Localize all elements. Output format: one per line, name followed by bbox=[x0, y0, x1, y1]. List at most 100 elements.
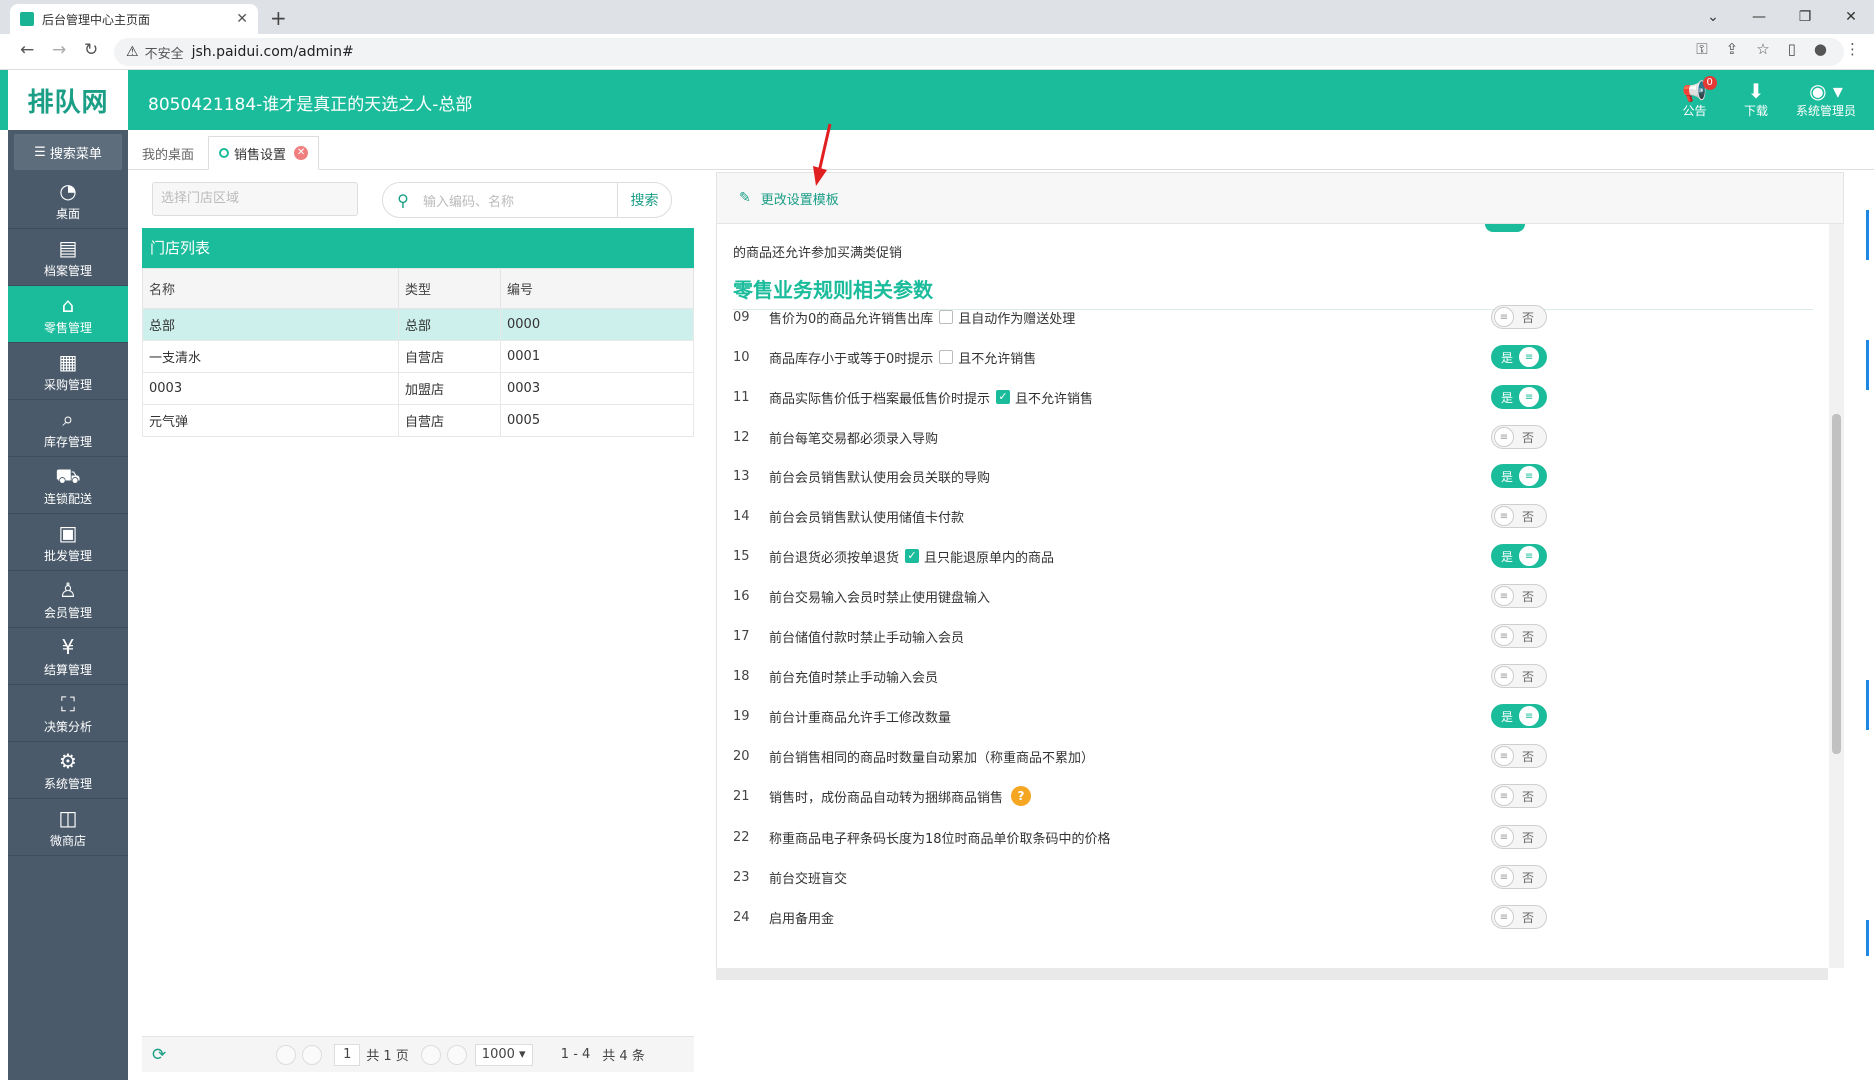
chevron-down-icon[interactable]: ⌄ bbox=[1690, 4, 1736, 30]
sidebar-item-desktop[interactable]: ◔ 桌面 bbox=[8, 172, 128, 229]
forward-icon[interactable]: → bbox=[52, 40, 66, 60]
table-header-row: 名称 类型 编号 bbox=[142, 268, 694, 309]
setting-toggle[interactable]: ≡ 否 bbox=[1491, 664, 1547, 688]
logo: 排队网 bbox=[8, 70, 128, 130]
gear-icon: ⚙ bbox=[59, 748, 77, 773]
setting-toggle[interactable]: 是 ≡ bbox=[1491, 544, 1547, 568]
page-input[interactable]: 1 bbox=[334, 1043, 361, 1066]
store-region-select[interactable]: 选择门店区域 bbox=[152, 182, 358, 216]
table-row[interactable]: 0003 加盟店 0003 bbox=[142, 372, 694, 405]
sidebar-item-delivery[interactable]: ⛟ 连锁配送 bbox=[8, 457, 128, 514]
setting-number: 24 bbox=[733, 909, 750, 925]
setting-checkbox[interactable]: ✓ bbox=[996, 390, 1011, 404]
sidebar-item-analysis[interactable]: ⛶ 决策分析 bbox=[8, 685, 128, 742]
close-tab-icon[interactable]: ✕ bbox=[236, 11, 248, 27]
search-button[interactable]: 搜索 bbox=[617, 183, 671, 217]
back-icon[interactable]: ← bbox=[20, 40, 34, 60]
setting-row-19: 19 前台计重商品允许手工修改数量是 ≡ bbox=[733, 701, 1813, 731]
refresh-icon[interactable]: ⟳ bbox=[152, 1045, 166, 1065]
search-menu-icon: ☰ bbox=[34, 144, 46, 160]
sidepanel-icon[interactable]: ▯ bbox=[1788, 40, 1796, 58]
sidebar-item-retail[interactable]: ⌂ 零售管理 bbox=[8, 286, 128, 343]
close-window-icon[interactable]: ✕ bbox=[1828, 4, 1874, 30]
setting-toggle[interactable]: ≡ 否 bbox=[1491, 784, 1547, 808]
sidebar-item-wholesale[interactable]: ▣ 批发管理 bbox=[8, 514, 128, 571]
setting-row-20: 20 前台销售相同的商品时数量自动累加（称重商品不累加） ≡ 否 bbox=[733, 741, 1813, 771]
share-icon[interactable]: ⇪ bbox=[1726, 40, 1739, 58]
minimize-icon[interactable]: — bbox=[1736, 4, 1782, 30]
setting-toggle[interactable]: ≡ 否 bbox=[1491, 624, 1547, 648]
table-row[interactable]: 一支清水 自营店 0001 bbox=[142, 340, 694, 373]
next-page-button[interactable] bbox=[420, 1044, 441, 1065]
new-tab-icon[interactable]: + bbox=[270, 6, 287, 30]
search-input[interactable]: 输入编码、名称 bbox=[423, 191, 617, 210]
first-page-button[interactable] bbox=[276, 1044, 297, 1065]
setting-row-22: 22 称重商品电子秤条码长度为18位时商品单价取条码中的价格 ≡ 否 bbox=[733, 822, 1813, 852]
horizontal-scrollbar[interactable] bbox=[716, 968, 1828, 980]
search-menu-button[interactable]: ☰ 搜索菜单 bbox=[14, 134, 122, 170]
store-table: 名称 类型 编号 总部 总部 0000 一支清水 自营店 0001 0003 加… bbox=[142, 268, 694, 437]
tab-my-desktop[interactable]: 我的桌面 bbox=[132, 136, 204, 170]
setting-toggle[interactable]: ≡ 否 bbox=[1491, 744, 1547, 768]
setting-checkbox[interactable]: ✓ bbox=[905, 549, 920, 563]
setting-number: 14 bbox=[733, 508, 750, 524]
download-button[interactable]: ⬇ 下载 bbox=[1744, 80, 1768, 119]
previous-setting-text: 的商品还允许参加买满类促销 bbox=[733, 246, 903, 261]
url-field[interactable]: ⚠ 不安全 jsh.paidui.com/admin# bbox=[114, 38, 1844, 66]
user-menu[interactable]: ◉ ▾ 系统管理员 bbox=[1796, 80, 1856, 119]
menu-icon[interactable]: ⋮ bbox=[1845, 40, 1860, 58]
store-panel: 选择门店区域 ⚲ 输入编码、名称 搜索 门店列表 名称 类型 编号 总部 总部 … bbox=[142, 172, 694, 1072]
setting-toggle[interactable]: 是 ≡ bbox=[1491, 704, 1547, 728]
restore-icon[interactable]: ❐ bbox=[1782, 4, 1828, 30]
sidebar-item-member[interactable]: ♙ 会员管理 bbox=[8, 571, 128, 628]
setting-row-24: 24 启用备用金 ≡ 否 bbox=[733, 902, 1813, 932]
annotation-arrow-icon bbox=[813, 123, 832, 186]
change-template-link[interactable]: 更改设置模板 bbox=[761, 189, 839, 208]
setting-toggle[interactable]: ≡ 否 bbox=[1491, 305, 1547, 329]
setting-toggle[interactable]: ≡ 否 bbox=[1491, 865, 1547, 889]
profile-icon[interactable]: ● bbox=[1814, 40, 1827, 58]
column-header[interactable]: 类型 bbox=[398, 268, 501, 309]
setting-toggle[interactable]: ≡ 否 bbox=[1491, 425, 1547, 449]
page-size-select[interactable]: 1000 ▾ bbox=[474, 1043, 533, 1066]
setting-row-15: 15 前台退货必须按单退货 ✓ 且只能退原单内的商品是 ≡ bbox=[733, 541, 1813, 571]
vertical-scrollbar[interactable] bbox=[1829, 224, 1844, 968]
star-icon[interactable]: ☆ bbox=[1756, 40, 1769, 58]
browser-tab[interactable]: 后台管理中心主页面 ✕ bbox=[10, 4, 258, 34]
setting-row-17: 17 前台储值付款时禁止手动输入会员 ≡ 否 bbox=[733, 621, 1813, 651]
column-header[interactable]: 编号 bbox=[500, 268, 694, 309]
setting-number: 17 bbox=[733, 628, 750, 644]
tab-sales-settings[interactable]: 销售设置 ✕ bbox=[208, 136, 320, 170]
close-tab-icon[interactable]: ✕ bbox=[294, 146, 309, 160]
setting-checkbox[interactable] bbox=[939, 350, 954, 364]
setting-toggle[interactable]: 是 ≡ bbox=[1491, 345, 1547, 369]
reload-icon[interactable]: ↻ bbox=[84, 40, 98, 60]
last-page-button[interactable] bbox=[446, 1044, 467, 1065]
setting-checkbox[interactable] bbox=[939, 310, 954, 324]
window-controls: ⌄ — ❐ ✕ bbox=[1690, 4, 1874, 30]
setting-toggle[interactable]: 是 ≡ bbox=[1491, 385, 1547, 409]
sidebar-item-settlement[interactable]: ¥ 结算管理 bbox=[8, 628, 128, 685]
notice-button[interactable]: 📢 0 公告 bbox=[1682, 76, 1717, 119]
setting-toggle[interactable]: ≡ 否 bbox=[1491, 825, 1547, 849]
setting-toggle[interactable]: ≡ 否 bbox=[1491, 504, 1547, 528]
sidebar-item-purchase[interactable]: ▦ 采购管理 bbox=[8, 343, 128, 400]
table-row[interactable]: 元气弹 自营店 0005 bbox=[142, 404, 694, 437]
sidebar-item-shop[interactable]: ◫ 微商店 bbox=[8, 799, 128, 856]
key-icon[interactable]: ⚿ bbox=[1696, 40, 1707, 58]
sidebar-item-label: 零售管理 bbox=[43, 320, 92, 335]
sidebar-item-system[interactable]: ⚙ 系统管理 bbox=[8, 742, 128, 799]
prev-page-button[interactable] bbox=[302, 1044, 323, 1065]
sidebar-item-inventory[interactable]: ⌕ 库存管理 bbox=[8, 400, 128, 457]
setting-row-21: 21 销售时，成份商品自动转为捆绑商品销售? ≡ 否 bbox=[733, 781, 1813, 811]
sidebar-item-archive[interactable]: ▤ 档案管理 bbox=[8, 229, 128, 286]
setting-toggle[interactable]: ≡ 否 bbox=[1491, 584, 1547, 608]
setting-text: 称重商品电子秤条码长度为18位时商品单价取条码中的价格 bbox=[769, 831, 1111, 847]
table-row[interactable]: 总部 总部 0000 bbox=[142, 308, 694, 341]
setting-toggle[interactable]: 是 ≡ bbox=[1491, 464, 1547, 488]
column-header[interactable]: 名称 bbox=[142, 268, 399, 309]
scrollbar-thumb[interactable] bbox=[1832, 414, 1841, 754]
help-icon[interactable]: ? bbox=[1011, 786, 1032, 806]
setting-row-16: 16 前台交易输入会员时禁止使用键盘输入 ≡ 否 bbox=[733, 581, 1813, 611]
setting-toggle[interactable]: ≡ 否 bbox=[1491, 905, 1547, 929]
